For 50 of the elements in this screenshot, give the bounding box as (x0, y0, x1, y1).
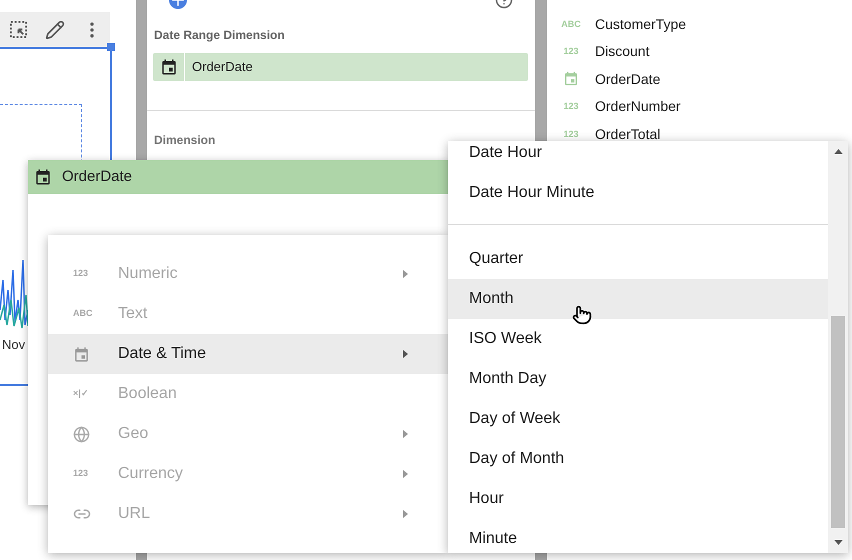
menu-item[interactable]: Date & Time (48, 334, 448, 374)
submenu-item[interactable]: Month (448, 279, 828, 319)
submenu-item[interactable]: Day of Month (448, 439, 828, 479)
submenu-item[interactable]: Minute (448, 519, 828, 553)
submenu-item[interactable]: ISO Week (448, 319, 828, 359)
hand-cursor-icon (572, 304, 592, 326)
submenu-item[interactable]: Date Hour (448, 141, 828, 173)
type-label: ABC (73, 307, 92, 320)
menu-item-label: Numeric (118, 264, 179, 284)
type-label: 123 (73, 267, 88, 280)
menu-item-label: Text (118, 304, 148, 324)
submenu-item[interactable]: Month Day (448, 359, 828, 399)
select-area-icon[interactable] (8, 20, 28, 39)
menu-item-label: Geo (118, 424, 150, 444)
edit-icon[interactable] (44, 20, 64, 40)
scroll-up-icon[interactable] (834, 149, 842, 154)
type-label: 123 (563, 101, 579, 112)
submenu-item[interactable]: Date Hour Minute (448, 173, 828, 213)
type-label: 123 (563, 128, 579, 139)
menu-item-label: Currency (118, 464, 184, 484)
axis-label: Nov (2, 336, 26, 354)
submenu-item[interactable]: Hour (448, 479, 828, 519)
date-range-chip[interactable]: OrderDate (153, 53, 528, 81)
field-name: OrderDate (595, 70, 660, 87)
field-name: CustomerType (595, 16, 686, 32)
submenu-item[interactable]: Day of Week (448, 399, 828, 439)
calendar-icon (160, 58, 178, 76)
calendar-icon (34, 168, 52, 186)
type-label: 123 (563, 46, 579, 56)
resize-handle[interactable] (107, 43, 115, 51)
globe-icon (73, 426, 90, 442)
scroll-down-icon[interactable] (834, 540, 842, 545)
field-name: OrderNumber (595, 98, 681, 114)
type-label: ×|✓ (73, 387, 89, 400)
menu-item-label: Date & Time (118, 344, 208, 364)
type-label: ABC (561, 18, 581, 29)
field-name: Discount (595, 43, 650, 60)
section-label: Date Range Dimension (154, 27, 286, 44)
menu-item-label: URL (118, 504, 152, 524)
scrollbar[interactable] (828, 141, 848, 553)
submenu-item[interactable]: Quarter (448, 239, 828, 279)
scrollbar-thumb[interactable] (831, 316, 845, 528)
section-label: Dimension (154, 132, 216, 149)
popup-title: OrderDate (62, 166, 132, 187)
chip-label: OrderDate (192, 58, 253, 76)
type-label: 123 (73, 467, 88, 480)
menu-item-label: Boolean (118, 384, 178, 404)
field-name: OrderTotal (595, 126, 660, 142)
calendar-icon (73, 346, 90, 362)
calendar-icon (563, 70, 579, 88)
